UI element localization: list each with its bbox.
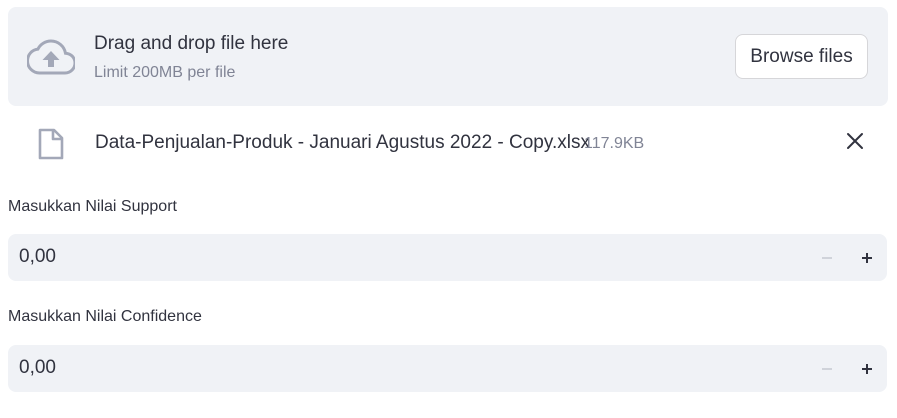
file-icon: [38, 128, 64, 160]
dropzone-limit-text: Limit 200MB per file: [94, 64, 236, 81]
confidence-number-input: [8, 345, 887, 392]
minus-icon: [822, 256, 832, 259]
cloud-upload-icon: [27, 39, 75, 75]
browse-files-button[interactable]: Browse files: [735, 34, 868, 79]
file-dropzone[interactable]: Drag and drop file here Limit 200MB per …: [8, 7, 888, 106]
uploaded-file-name: Data-Penjualan-Produk - Januari Agustus …: [95, 132, 590, 153]
confidence-decrement-button[interactable]: [807, 345, 847, 392]
plus-icon: [862, 363, 872, 374]
support-input[interactable]: [19, 246, 719, 268]
close-icon[interactable]: [844, 130, 866, 152]
support-decrement-button[interactable]: [807, 234, 847, 281]
support-label: Masukkan Nilai Support: [8, 198, 177, 215]
dropzone-title: Drag and drop file here: [94, 33, 289, 54]
plus-icon: [862, 252, 872, 263]
confidence-input[interactable]: [19, 357, 719, 379]
support-increment-button[interactable]: [847, 234, 887, 281]
confidence-label: Masukkan Nilai Confidence: [8, 308, 202, 325]
minus-icon: [822, 367, 832, 370]
confidence-increment-button[interactable]: [847, 345, 887, 392]
uploaded-file-row: Data-Penjualan-Produk - Januari Agustus …: [8, 120, 888, 166]
support-number-input: [8, 234, 887, 281]
uploaded-file-size: 117.9KB: [584, 135, 645, 152]
